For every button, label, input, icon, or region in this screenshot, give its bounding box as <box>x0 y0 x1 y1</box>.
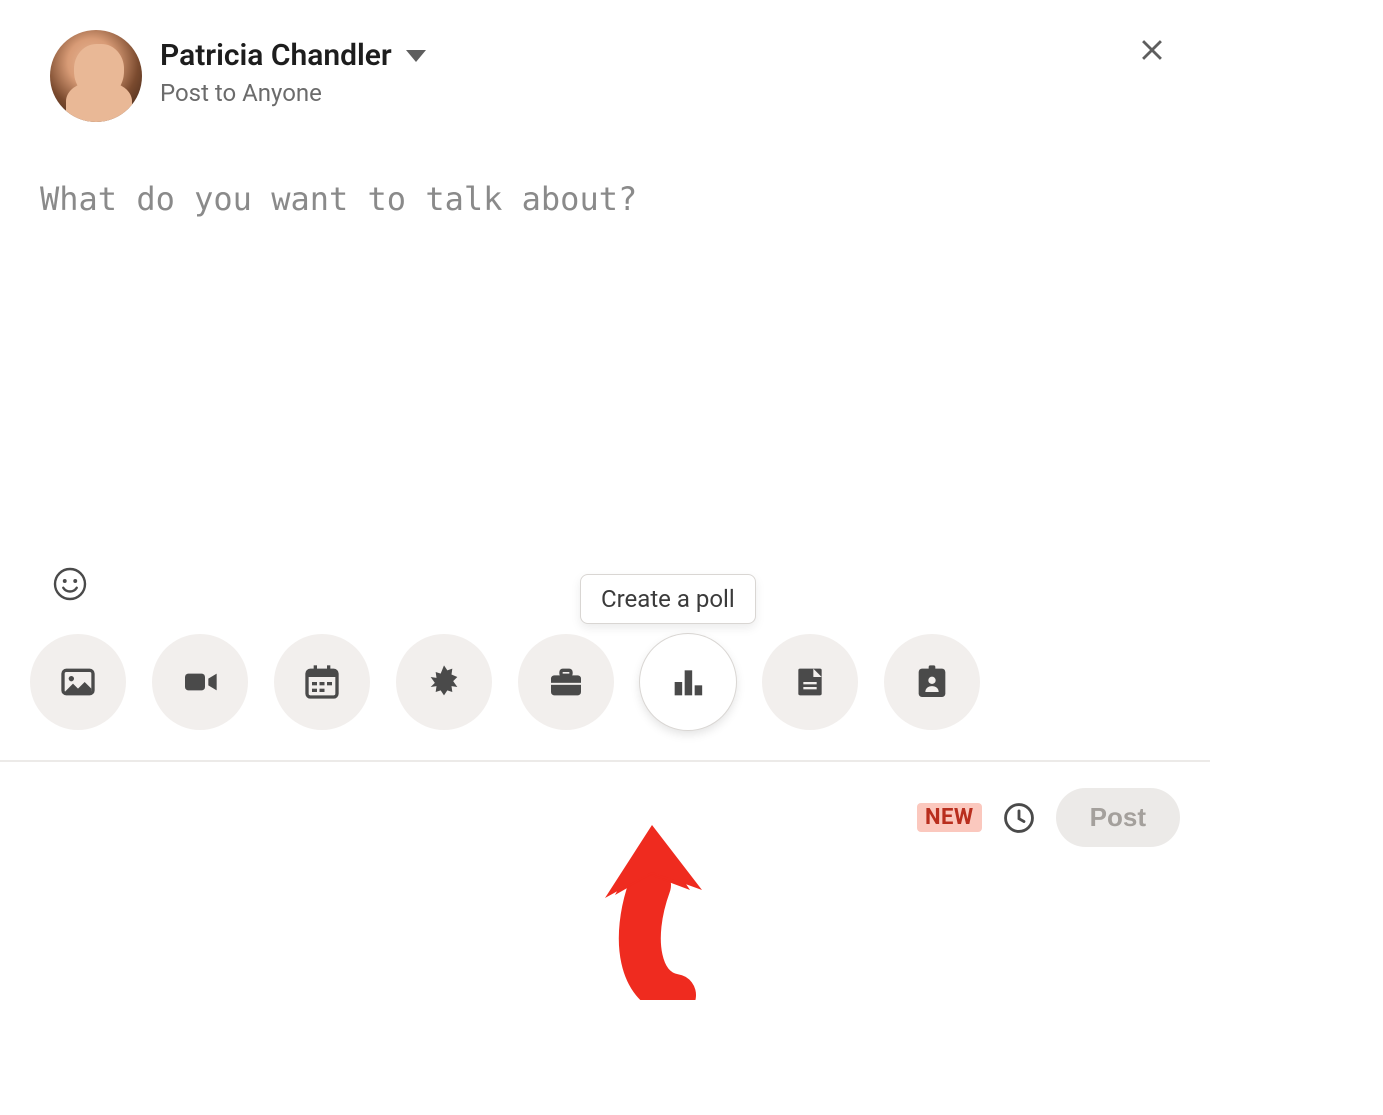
add-video-button[interactable] <box>152 634 248 730</box>
add-photo-button[interactable] <box>30 634 126 730</box>
new-badge: NEW <box>917 803 982 832</box>
add-document-button[interactable] <box>762 634 858 730</box>
video-icon <box>180 662 220 702</box>
celebrate-button[interactable] <box>396 634 492 730</box>
briefcase-icon <box>546 662 586 702</box>
find-expert-button[interactable] <box>884 634 980 730</box>
starburst-icon <box>424 662 464 702</box>
emoji-icon <box>52 566 88 602</box>
create-post-modal: Patricia Chandler Post to Anyone Create … <box>0 0 1210 873</box>
image-icon <box>58 662 98 702</box>
create-poll-button[interactable] <box>640 634 736 730</box>
poll-icon <box>668 662 708 702</box>
document-icon <box>790 662 830 702</box>
audience-label: Post to Anyone <box>160 79 426 107</box>
compose-area <box>0 122 1210 564</box>
clock-icon <box>1002 801 1036 835</box>
modal-header: Patricia Chandler Post to Anyone <box>0 0 1210 122</box>
schedule-button[interactable] <box>1000 799 1038 837</box>
close-icon <box>1135 33 1169 67</box>
avatar[interactable] <box>50 30 142 122</box>
tooltip: Create a poll <box>580 574 756 624</box>
audience-selector[interactable]: Patricia Chandler <box>160 38 426 73</box>
toolbar: Create a poll <box>0 604 1210 760</box>
emoji-button[interactable] <box>50 564 90 604</box>
user-name: Patricia Chandler <box>160 38 392 73</box>
post-button[interactable]: Post <box>1056 788 1180 847</box>
compose-input[interactable] <box>40 180 1170 560</box>
calendar-icon <box>302 662 342 702</box>
close-button[interactable] <box>1124 22 1180 78</box>
caret-down-icon <box>406 50 426 62</box>
add-event-button[interactable] <box>274 634 370 730</box>
footer: NEW Post <box>0 762 1210 873</box>
user-meta: Patricia Chandler Post to Anyone <box>160 30 426 107</box>
add-job-button[interactable] <box>518 634 614 730</box>
badge-person-icon <box>912 662 952 702</box>
